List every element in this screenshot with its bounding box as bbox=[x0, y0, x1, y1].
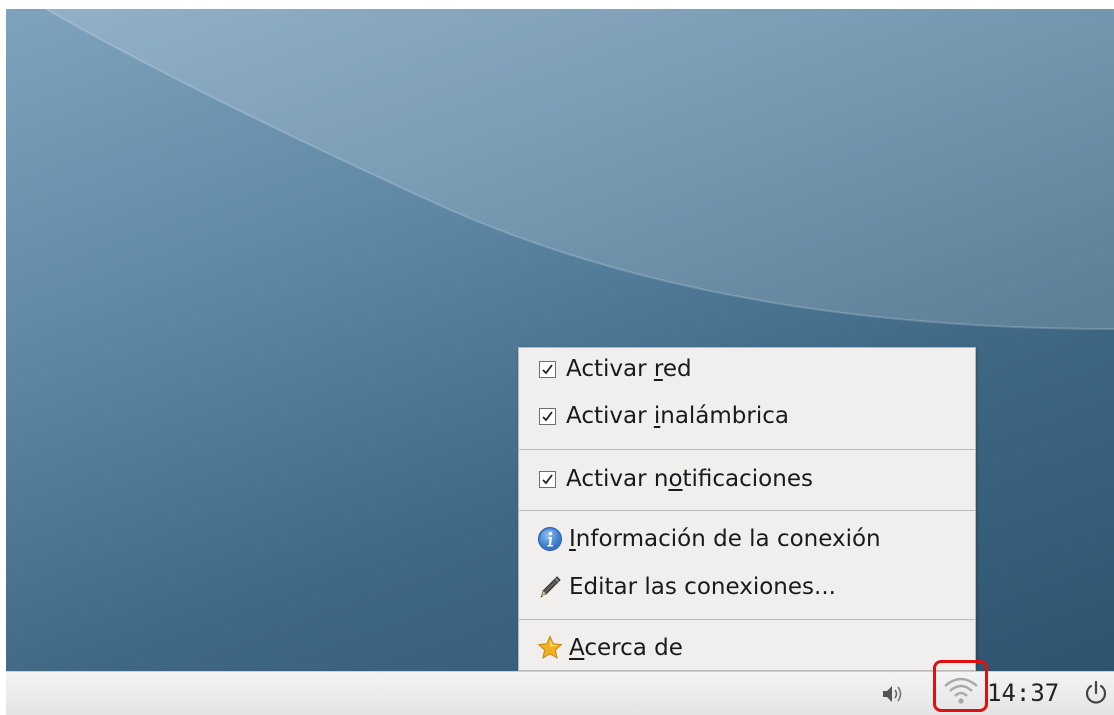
volume-icon[interactable] bbox=[880, 682, 908, 706]
menu-item-activar-inalambrica[interactable]: Activar inalámbrica bbox=[519, 397, 975, 435]
checkmark-icon bbox=[542, 473, 553, 484]
menu-item-label: Información de la conexión bbox=[569, 526, 881, 552]
menu-separator bbox=[519, 510, 975, 511]
menu-item-label: Activar inalámbrica bbox=[566, 403, 789, 429]
menu-separator bbox=[519, 619, 975, 620]
menu-item-label: Activar notificaciones bbox=[566, 466, 813, 492]
wifi-icon[interactable] bbox=[941, 674, 981, 708]
menu-item-label: Editar las conexiones... bbox=[569, 574, 836, 600]
power-icon[interactable] bbox=[1082, 679, 1110, 707]
menu-item-label: Activar red bbox=[566, 356, 692, 382]
info-icon bbox=[538, 527, 562, 551]
menu-item-editar-conexiones[interactable]: Editar las conexiones... bbox=[519, 568, 975, 606]
clock[interactable]: 14:37 bbox=[987, 679, 1059, 707]
checkbox-activar-notificaciones[interactable] bbox=[539, 470, 556, 488]
network-context-menu: Activar red Activar inalámbrica Activar … bbox=[518, 347, 976, 671]
star-icon bbox=[537, 635, 563, 659]
menu-item-activar-notificaciones[interactable]: Activar notificaciones bbox=[519, 460, 975, 498]
pencil-icon bbox=[540, 576, 561, 598]
menu-item-activar-red[interactable]: Activar red bbox=[519, 350, 975, 388]
menu-item-label: Acerca de bbox=[569, 635, 683, 661]
menu-item-acerca-de[interactable]: Acerca de bbox=[519, 629, 975, 667]
checkmark-icon bbox=[542, 363, 553, 374]
menu-item-informacion-conexion[interactable]: Información de la conexión bbox=[519, 520, 975, 558]
checkbox-activar-red[interactable] bbox=[539, 360, 556, 378]
checkmark-icon bbox=[542, 410, 553, 421]
checkbox-activar-inalambrica[interactable] bbox=[539, 407, 556, 425]
menu-separator bbox=[519, 449, 975, 450]
